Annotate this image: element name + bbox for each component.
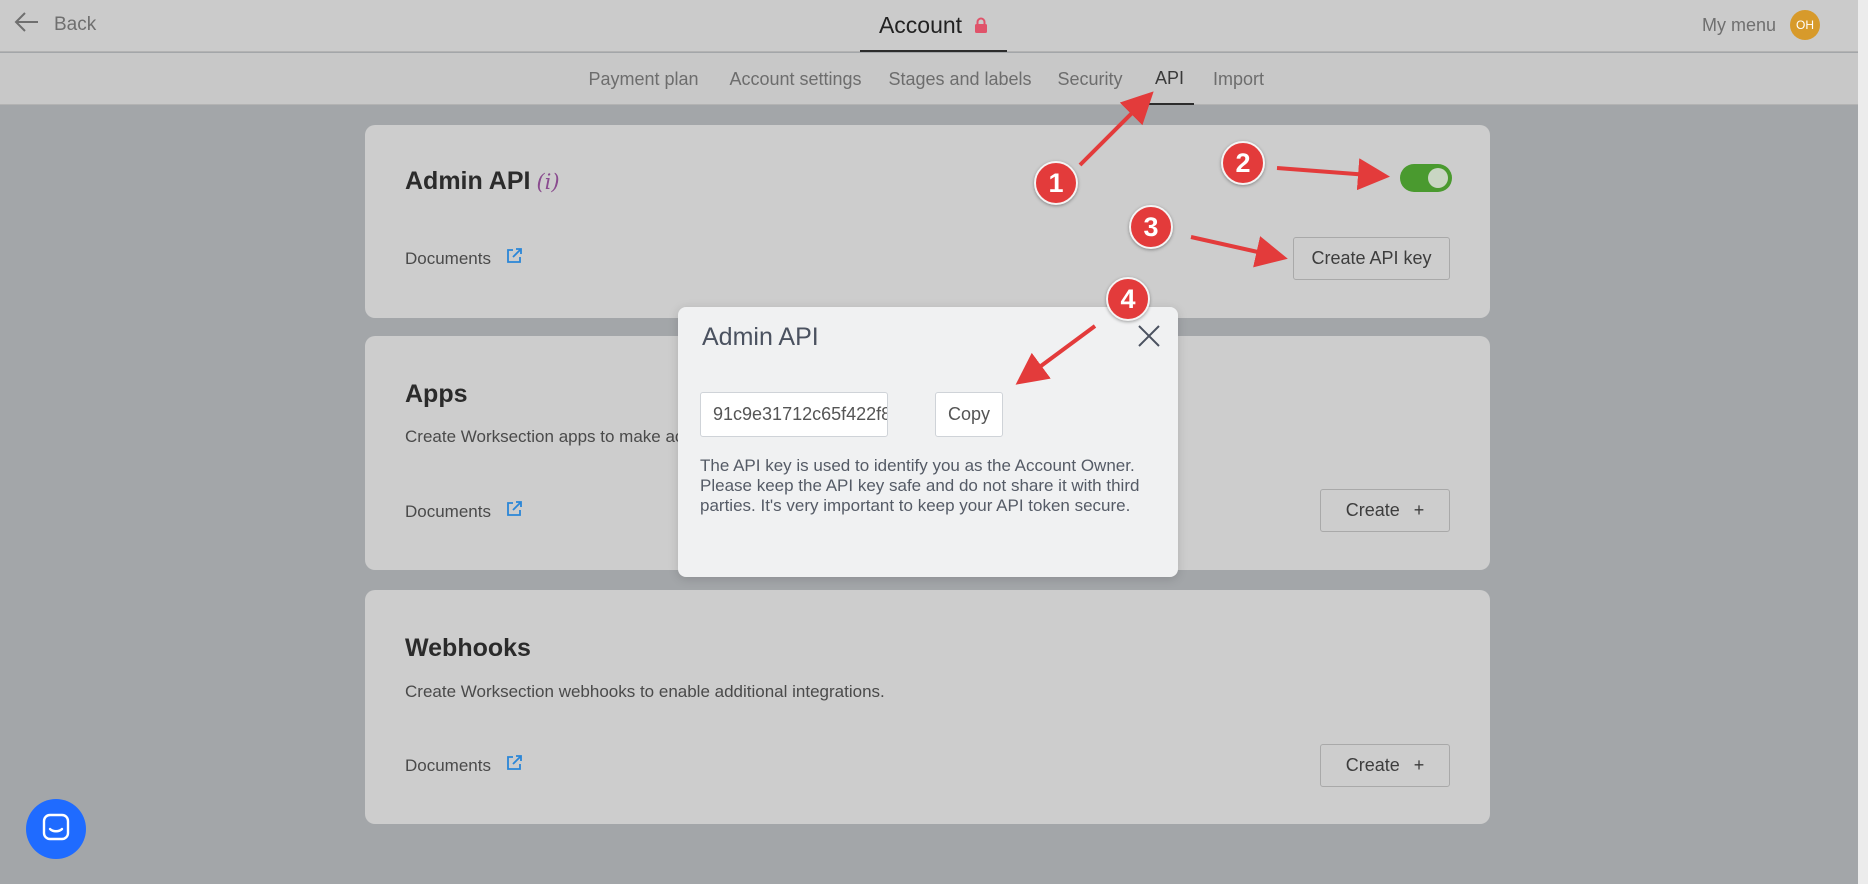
window-edge [1858,0,1868,884]
my-menu-button[interactable]: My menu OH [1702,8,1820,42]
webhooks-documents-link[interactable]: Documents [405,754,523,777]
page-title: Account [878,11,963,38]
apps-create-button[interactable]: Create + [1320,489,1450,532]
webhooks-create-button[interactable]: Create + [1320,744,1450,787]
toggle-knob [1428,168,1448,188]
admin-api-toggle[interactable] [1400,164,1452,192]
step-badge-1: 1 [1034,161,1078,205]
page-title-tab: Account [860,0,1007,52]
lock-icon [974,17,988,33]
admin-api-title-text: Admin API [405,167,531,195]
apps-title: Apps [405,380,468,408]
documents-label: Documents [405,501,491,521]
create-label: Create [1345,500,1400,520]
api-key-notice: The API key is used to identify you as t… [700,456,1140,515]
documents-label: Documents [405,248,491,268]
admin-api-card: Admin API (i) Documents Create API key [365,125,1490,318]
back-button[interactable]: Back [14,10,96,40]
chat-launcher-button[interactable] [26,799,86,859]
avatar[interactable]: OH [1790,10,1820,40]
tab-api[interactable]: API [1145,53,1194,105]
top-header: Back Account My menu OH [0,0,1868,52]
create-label: Create [1345,755,1400,775]
plus-icon: + [1413,500,1425,520]
admin-api-modal: Admin API 91c9e31712c65f422f81a82 Copy T… [678,307,1178,577]
webhooks-title: Webhooks [405,634,531,662]
tab-stages-and-labels[interactable]: Stages and labels [887,53,1033,105]
my-menu-label: My menu [1701,14,1776,35]
back-label: Back [54,14,97,35]
tab-payment-plan[interactable]: Payment plan [582,53,705,105]
create-api-key-button[interactable]: Create API key [1293,237,1450,280]
apps-description: Create Worksection apps to make ac [405,427,684,446]
tab-security[interactable]: Security [1053,53,1127,105]
documents-label: Documents [405,755,491,775]
admin-api-documents-link[interactable]: Documents [405,247,523,270]
copy-button[interactable]: Copy [935,392,1003,437]
tab-import[interactable]: Import [1207,53,1270,105]
external-link-icon [505,247,523,270]
close-icon[interactable] [1136,323,1162,349]
step-badge-3: 3 [1129,205,1173,249]
chat-icon [41,812,71,847]
external-link-icon [505,500,523,523]
api-key-field[interactable]: 91c9e31712c65f422f81a82 [700,392,888,437]
admin-api-title: Admin API (i) [405,167,560,196]
arrow-left-icon [14,11,40,39]
modal-title: Admin API [702,323,819,351]
plus-icon: + [1413,755,1425,775]
webhooks-card: Webhooks Create Worksection webhooks to … [365,590,1490,824]
apps-documents-link[interactable]: Documents [405,500,523,523]
tab-account-settings[interactable]: Account settings [723,53,868,105]
step-badge-4: 4 [1106,277,1150,321]
step-badge-2: 2 [1221,141,1265,185]
account-tabs: Payment plan Account settings Stages and… [0,53,1868,105]
info-icon[interactable]: (i) [536,170,559,194]
webhooks-description: Create Worksection webhooks to enable ad… [405,682,885,701]
external-link-icon [505,754,523,777]
